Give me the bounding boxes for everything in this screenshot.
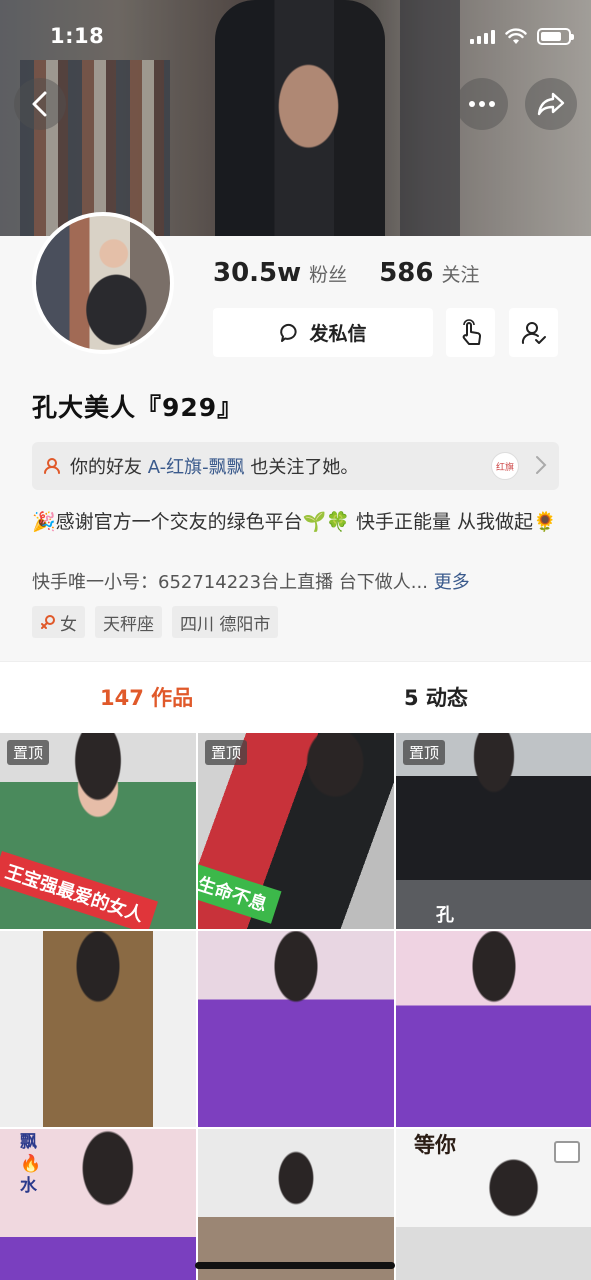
followers-label[interactable]: 粉丝 [309,260,347,287]
grid-item[interactable]: 置顶 生命不息 [198,733,394,929]
grid-item[interactable] [198,1129,394,1280]
back-button[interactable] [14,78,66,130]
chat-bubble-icon [280,323,298,342]
tag-gender: 女 [32,606,85,638]
works-grid: 置顶 王宝强最爱的女人 置顶 生命不息 置顶 孔 飘🔥水 等你 [0,733,591,1280]
profile-name: 孔大美人『929』 [32,393,244,422]
tab-works[interactable]: 147 作品 [100,682,193,712]
bio-secondary: 快手唯一小号：652714223台上直播 台下做人... 更多 [32,568,470,594]
share-button[interactable] [525,78,577,130]
following-count[interactable]: 586 [379,258,433,288]
pinned-badge: 置顶 [403,740,446,765]
video-caption: 孔 [436,905,454,926]
chevron-right-icon [536,456,547,474]
video-caption: 王宝强最爱的女人 [0,851,158,929]
content-tabs: 147 作品 5 动态 [0,661,591,733]
grid-item[interactable]: 置顶 王宝强最爱的女人 [0,733,196,929]
tag-constellation: 天秤座 [95,606,162,638]
send-message-label: 发私信 [309,323,367,345]
bio-more-link[interactable]: 更多 [434,572,470,593]
status-time: 1:18 [50,24,105,48]
avatar[interactable] [32,212,174,354]
grid-item[interactable]: 等你 [396,1129,591,1280]
tap-button[interactable] [446,308,495,357]
grid-item[interactable]: 飘🔥水 [0,1129,196,1280]
grid-item[interactable] [396,931,591,1127]
female-icon [41,615,55,629]
image-placeholder-icon [554,1141,580,1163]
wifi-icon [505,27,527,44]
grid-item[interactable] [198,931,394,1127]
tab-moments[interactable]: 5 动态 [404,682,468,712]
friend-notice-text: 你的好友 A-红旗-飘飘 也关注了她。 [70,457,359,478]
bio-secondary-text: 快手唯一小号：652714223台上直播 台下做人... [32,572,428,593]
pinned-badge: 置顶 [7,740,50,765]
home-indicator [195,1262,395,1269]
follow-button[interactable] [509,308,558,357]
bio-text: 🎉感谢官方一个交友的绿色平台🌱🍀 快手正能量 从我做起🌻 [32,511,557,533]
more-button[interactable] [456,78,508,130]
grid-item[interactable] [0,931,196,1127]
follow-user-icon [521,321,546,344]
pinned-badge: 置顶 [205,740,248,765]
video-caption: 生命不息 [198,863,282,924]
followers-count[interactable]: 30.5w [213,258,301,288]
more-dots-icon [469,101,495,107]
battery-icon [537,27,574,45]
following-label[interactable]: 关注 [441,260,479,287]
share-icon [537,92,565,116]
friend-link-icon [44,458,60,474]
back-arrow-icon [32,91,47,117]
send-message-button[interactable]: 发私信 [213,308,433,357]
status-icons [470,26,574,46]
friend-avatar-badge: 红旗 [491,452,519,480]
tap-hand-icon [462,318,481,345]
friend-follow-notice[interactable]: 你的好友 A-红旗-飘飘 也关注了她。 红旗 [32,442,559,490]
profile-stats: 30.5w 粉丝 586 关注 [213,258,479,288]
grid-item[interactable]: 置顶 孔 [396,733,591,929]
profile-tags: 女 天秤座 四川 德阳市 [32,606,279,638]
tag-location: 四川 德阳市 [172,606,279,638]
friend-name: A-红旗-飘飘 [147,457,245,478]
video-caption: 等你 [414,1133,456,1157]
cellular-signal-icon [470,28,495,44]
video-caption: 飘🔥水 [20,1132,42,1196]
